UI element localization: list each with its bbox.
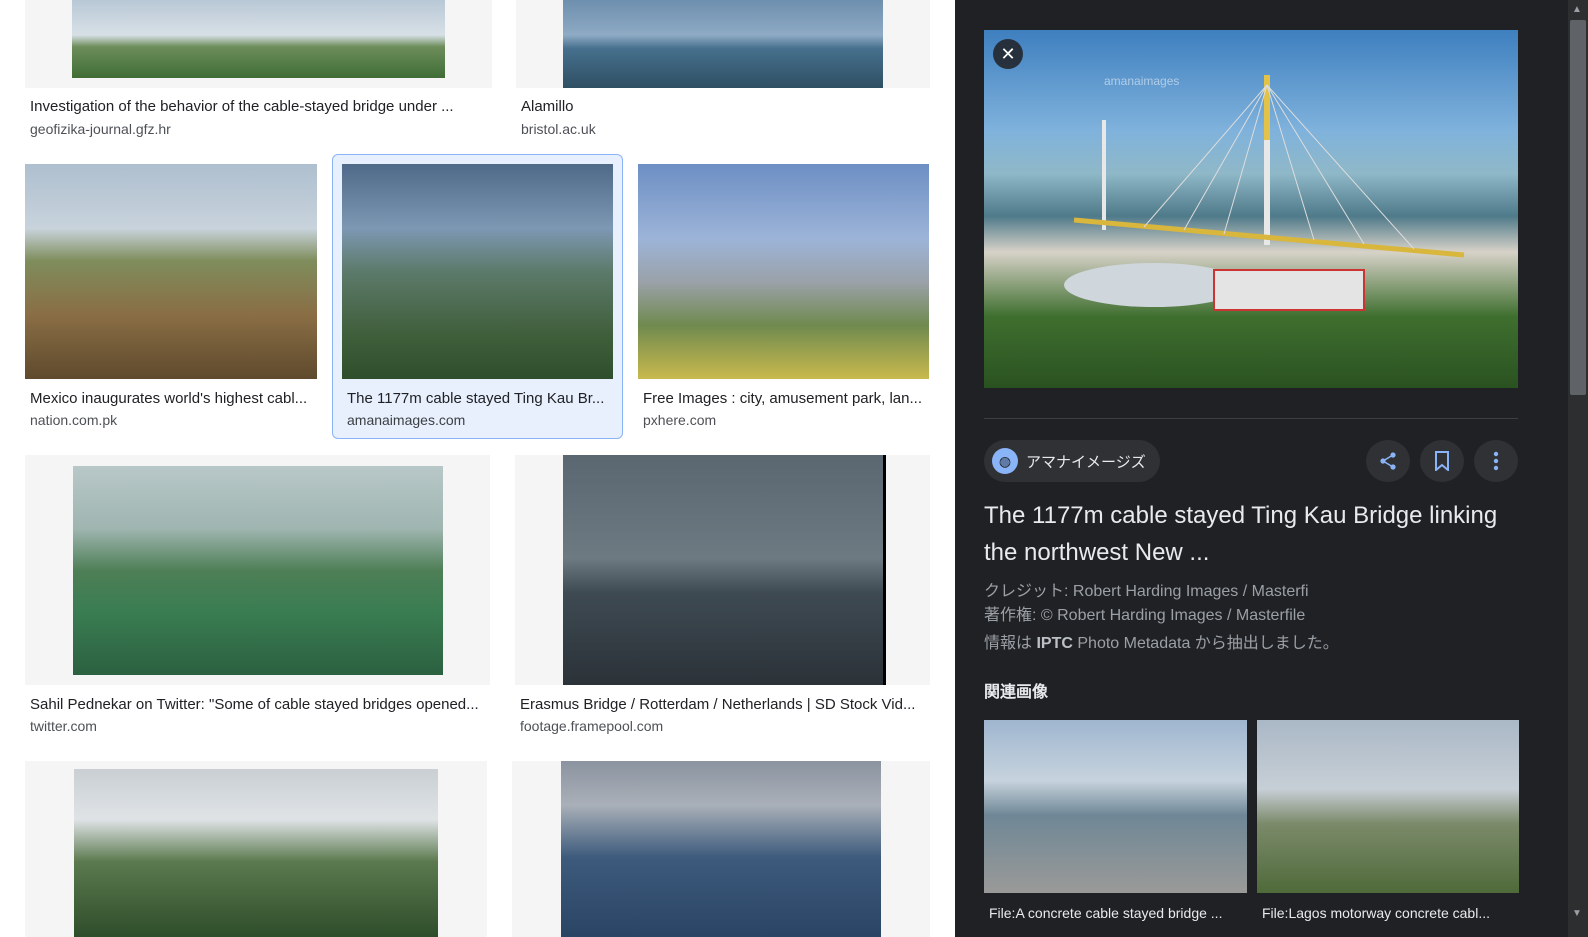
result-card[interactable]: Investigation of the behavior of the cab… — [25, 0, 492, 140]
source-chip-label: アマナイメージズ — [1026, 453, 1146, 471]
result-thumbnail[interactable] — [25, 164, 317, 379]
bridge-illustration — [1064, 75, 1465, 311]
result-thumbnail[interactable] — [25, 761, 487, 937]
more-options-icon[interactable] — [1474, 440, 1518, 482]
share-icon[interactable] — [1366, 440, 1410, 482]
related-image[interactable] — [984, 720, 1247, 893]
globe-icon: ◍ — [992, 448, 1018, 474]
result-card[interactable] — [512, 761, 930, 937]
result-source[interactable]: amanaimages.com — [347, 412, 465, 429]
copyright-line: 著作権: © Robert Harding Images / Masterfil… — [984, 607, 1306, 624]
scrollbar[interactable]: ▲ ▼ — [1568, 0, 1588, 937]
result-source[interactable]: footage.framepool.com — [520, 718, 663, 735]
result-thumbnail[interactable] — [512, 761, 930, 937]
result-source[interactable]: nation.com.pk — [30, 412, 117, 429]
preview-image[interactable]: amanaimages — [984, 30, 1518, 388]
result-thumbnail[interactable] — [25, 0, 492, 88]
result-title[interactable]: The 1177m cable stayed Ting Kau Br... — [347, 390, 612, 408]
result-title[interactable]: Investigation of the behavior of the cab… — [30, 98, 485, 116]
result-source[interactable]: twitter.com — [30, 718, 97, 735]
image-results-grid: Investigation of the behavior of the cab… — [0, 0, 955, 937]
divider — [984, 418, 1518, 419]
result-thumbnail[interactable] — [342, 164, 613, 379]
scroll-up-icon[interactable]: ▲ — [1572, 4, 1582, 15]
metadata-line: 情報は IPTC Photo Metadata から抽出しました。 — [984, 634, 1339, 654]
source-chip[interactable]: ◍ アマナイメージズ — [984, 440, 1160, 482]
result-card[interactable]: Free Images : city, amusement park, lan.… — [638, 164, 929, 436]
related-heading: 関連画像 — [984, 684, 1049, 701]
result-title[interactable]: Free Images : city, amusement park, lan.… — [643, 390, 926, 408]
result-card[interactable]: Sahil Pednekar on Twitter: "Some of cabl… — [25, 455, 490, 740]
result-source[interactable]: bristol.ac.uk — [521, 121, 596, 138]
result-thumbnail[interactable] — [515, 455, 930, 685]
metadata-bold: IPTC — [1036, 635, 1073, 652]
result-card[interactable]: Mexico inaugurates world's highest cabl.… — [25, 164, 317, 436]
bookmark-icon[interactable] — [1420, 440, 1464, 482]
result-title[interactable]: Sahil Pednekar on Twitter: "Some of cabl… — [30, 696, 485, 714]
result-source[interactable]: geofizika-journal.gfz.hr — [30, 121, 171, 138]
result-title[interactable]: Mexico inaugurates world's highest cabl.… — [30, 390, 315, 408]
result-card[interactable] — [25, 761, 487, 937]
result-title[interactable]: Erasmus Bridge / Rotterdam / Netherlands… — [520, 696, 925, 714]
related-caption[interactable]: File:A concrete cable stayed bridge ... — [989, 905, 1244, 921]
credit-line: クレジット: Robert Harding Images / Masterfi — [984, 583, 1309, 600]
result-thumbnail[interactable] — [638, 164, 929, 379]
image-preview-panel: amanaimages ✕ ◍ アマナイメージズ The 1177m cable… — [955, 0, 1588, 937]
result-thumbnail[interactable] — [516, 0, 930, 88]
result-card[interactable]: Alamillo bristol.ac.uk — [516, 0, 930, 140]
preview-title[interactable]: The 1177m cable stayed Ting Kau Bridge l… — [984, 497, 1529, 571]
result-card[interactable]: Erasmus Bridge / Rotterdam / Netherlands… — [515, 455, 930, 740]
result-title[interactable]: Alamillo — [521, 98, 921, 116]
close-icon[interactable]: ✕ — [993, 39, 1023, 69]
related-image[interactable] — [1257, 720, 1519, 893]
result-thumbnail[interactable] — [25, 455, 490, 685]
scroll-down-icon[interactable]: ▼ — [1572, 908, 1582, 919]
result-source[interactable]: pxhere.com — [643, 412, 716, 429]
metadata-prefix: 情報は — [984, 635, 1033, 652]
watermark: amanaimages — [1104, 74, 1180, 88]
metadata-suffix: Photo Metadata から抽出しました。 — [1077, 635, 1339, 652]
result-card-selected[interactable]: The 1177m cable stayed Ting Kau Br... am… — [332, 154, 623, 439]
related-caption[interactable]: File:Lagos motorway concrete cabl... — [1262, 905, 1517, 921]
scrollbar-thumb[interactable] — [1570, 20, 1586, 395]
